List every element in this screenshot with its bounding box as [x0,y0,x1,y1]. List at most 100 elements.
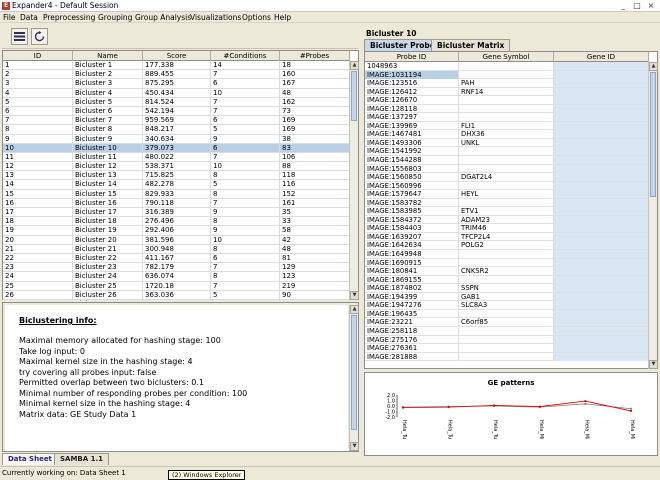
menu-data[interactable]: Data [20,13,38,22]
scroll-up-arrow-icon[interactable]: ▲ [350,61,359,70]
table-row[interactable]: 9 Bicluster 9 340.634 9 38 [3,134,350,144]
info-scrollbar[interactable]: ▲ ▼ [349,305,359,451]
table-row[interactable]: IMAGE:1639207 TFCP2L4 [365,232,649,242]
column-header-probes[interactable]: #Probes [280,51,350,61]
menu-group-analysis[interactable]: Group Analysis [135,13,191,22]
table-row[interactable]: IMAGE:1584372 ADAM23 [365,215,649,225]
maximize-button[interactable]: □ [632,1,642,11]
table-row[interactable]: IMAGE:123516 PAH [365,79,649,88]
table-row[interactable]: 18 Bicluster 18 276.496 8 33 [3,217,350,227]
table-row[interactable]: IMAGE:1649948 [365,250,649,259]
table-row[interactable]: IMAGE:1584403 TRIM46 [365,224,649,233]
table-row[interactable]: IMAGE:1556803 [365,164,649,174]
table-row[interactable]: IMAGE:180841 CNKSR2 [365,267,649,276]
tab-samba[interactable]: SAMBA 1.1 [54,453,110,465]
cell-score: 959.569 [143,116,211,126]
column-header-score[interactable]: Score [143,51,211,61]
table-row[interactable]: 25 Bicluster 25 1720.18 7 219 [3,281,350,291]
table-row[interactable]: IMAGE:128118 [365,104,649,114]
table-row[interactable]: IMAGE:1031194 [365,70,649,80]
table-row[interactable]: 27Bicluster 27498.412972 [3,299,350,301]
table-row[interactable]: 5 Bicluster 5 814.524 7 162 [3,97,350,107]
table-row[interactable]: IMAGE:126670 [365,96,649,105]
scroll-up-arrow-icon[interactable]: ▲ [350,305,359,314]
menu-file[interactable]: File [3,13,16,22]
refresh-button[interactable] [31,28,48,45]
table-row[interactable]: IMAGE:1493306 UNKL [365,138,649,148]
table-row[interactable]: IMAGE:1947276 SLC8A3 [365,301,649,310]
table-row[interactable]: 20 Bicluster 20 381.596 10 42 [3,235,350,245]
column-header-gene-symbol[interactable]: Gene Symbol [459,52,554,62]
scroll-thumb[interactable] [351,315,357,430]
table-row[interactable]: 14 Bicluster 14 482.278 5 116 [3,180,350,190]
table-row[interactable]: 10 Bicluster 10 379.073 6 83 [3,143,350,153]
table-row[interactable]: IMAGE:1579647 HEYL [365,190,649,199]
table-row[interactable]: IMAGE:1560996 [365,181,649,191]
table-row[interactable]: 26 Bicluster 26 363.036 5 90 [3,290,350,300]
table-row[interactable]: IMAGE:1541992 [365,147,649,157]
close-button[interactable]: × [646,1,656,11]
table-row[interactable]: IMAGE:1583782 [365,198,649,208]
table-row[interactable]: 8 Bicluster 8 848.217 5 169 [3,125,350,135]
table-row[interactable]: 4 Bicluster 4 450.434 10 48 [3,88,350,98]
table-row[interactable]: 24 Bicluster 24 636.074 8 123 [3,272,350,282]
column-header-gene-id[interactable]: Gene ID [554,52,649,62]
scroll-up-arrow-icon[interactable]: ▲ [649,62,658,71]
table-row[interactable]: IMAGE:1869155 [365,275,649,285]
minimize-button[interactable]: _ [618,1,628,11]
table-row[interactable]: 2 Bicluster 2 889.455 7 160 [3,70,350,80]
table-row[interactable]: 23 Bicluster 23 782.179 7 129 [3,263,350,273]
table-row[interactable]: IMAGE:1560850 DGAT2L4 [365,173,649,182]
scroll-down-arrow-icon[interactable]: ▼ [350,442,359,451]
table-row[interactable]: IMAGE:194399 GAB1 [365,292,649,302]
table-row[interactable]: IMAGE:1642634 POLG2 [365,241,649,251]
table-row[interactable]: IMAGE:1583985 ETV1 [365,207,649,216]
tab-bicluster-matrix[interactable]: Bicluster Matrix [431,39,511,51]
table-row[interactable]: 13 Bicluster 13 715.825 8 118 [3,171,350,181]
table-row[interactable]: 12 Bicluster 12 538.371 10 88 [3,162,350,172]
table-row[interactable]: IMAGE:126412 RNF14 [365,87,649,97]
table-row[interactable]: 1048963 [365,62,649,71]
table-row[interactable]: IMAGE:1874802 SSPN [365,284,649,293]
cell-gene-id [554,62,649,70]
table-row[interactable]: IMAGE:258118 [365,326,649,336]
menu-grouping[interactable]: Grouping [98,13,132,22]
table-row[interactable]: IMAGE:276361 [365,344,649,353]
table-row[interactable]: 6 Bicluster 6 542.194 7 73 [3,106,350,117]
scroll-thumb[interactable] [351,71,357,121]
menu-preprocessing[interactable]: Preprocessing [43,13,95,22]
bicluster-scrollbar[interactable]: ▲ ▼ [349,61,359,300]
table-row[interactable]: 19 Bicluster 19 292.406 9 58 [3,226,350,236]
scroll-down-arrow-icon[interactable]: ▼ [649,360,658,369]
list-view-button[interactable] [11,28,28,45]
column-header-conditions[interactable]: #Conditions [211,51,280,61]
table-row[interactable]: 21 Bicluster 21 300.948 8 48 [3,244,350,254]
menu-visualizations[interactable]: Visualizations [190,13,241,22]
table-row[interactable]: 16 Bicluster 16 790.118 7 161 [3,198,350,208]
cell-gene-id [554,104,649,113]
menu-options[interactable]: Options [242,13,271,22]
table-row[interactable]: IMAGE:137297 [365,113,649,122]
table-row[interactable]: 15 Bicluster 15 829.933 8 152 [3,189,350,199]
column-header-probe-id[interactable]: Probe ID [365,52,459,62]
table-row[interactable]: 3 Bicluster 3 875.295 6 167 [3,79,350,89]
table-row[interactable]: IMAGE:275176 [365,335,649,345]
table-row[interactable]: 7 Bicluster 7 959.569 6 169 [3,116,350,126]
table-row[interactable]: IMAGE:1544288 [365,156,649,165]
table-row[interactable]: 11 Bicluster 11 480.022 7 106 [3,152,350,163]
table-row[interactable]: IMAGE:23221 C6orf85 [365,318,649,327]
table-row[interactable]: 1 Bicluster 1 177.338 14 18 [3,61,350,71]
scroll-down-arrow-icon[interactable]: ▼ [350,291,359,300]
scroll-thumb[interactable] [650,72,656,197]
table-row[interactable]: IMAGE:139969 FLI1 [365,121,649,131]
table-row[interactable]: 22 Bicluster 22 411.167 6 81 [3,253,350,264]
column-header-id[interactable]: ID [3,51,73,61]
table-row[interactable]: IMAGE:196435 [365,309,649,319]
table-row[interactable]: 17 Bicluster 17 316.389 9 35 [3,208,350,218]
table-row[interactable]: IMAGE:1467481 DHX36 [365,130,649,139]
table-row[interactable]: IMAGE:1690915 [365,258,649,268]
probe-scrollbar[interactable]: ▲ ▼ [648,62,658,369]
table-row[interactable]: IMAGE:281888 [365,352,649,362]
menu-help[interactable]: Help [274,13,291,22]
column-header-name[interactable]: Name [73,51,143,61]
